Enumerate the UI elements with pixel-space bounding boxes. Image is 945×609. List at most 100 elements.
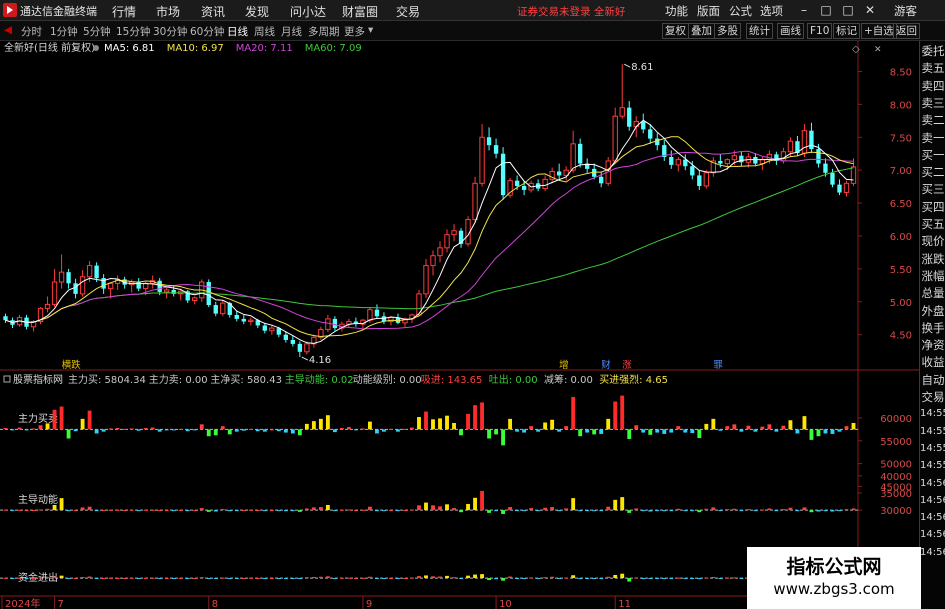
side-panel-item[interactable]: 自动	[920, 372, 945, 388]
multi-stock-button[interactable]: 多股	[714, 23, 741, 39]
menu-function[interactable]: 功能	[665, 3, 688, 19]
mark-button[interactable]: 标记	[833, 23, 860, 39]
side-panel-item[interactable]: 14:55	[920, 424, 945, 440]
indicator-bar	[557, 578, 562, 580]
adjust-button[interactable]: 复权	[662, 23, 689, 39]
side-panel-item[interactable]: 总量	[920, 285, 945, 301]
indicator-bar	[185, 578, 190, 580]
indicator-bar	[269, 510, 274, 512]
menu-trade[interactable]: 交易	[396, 3, 420, 20]
menu-options[interactable]: 选项	[760, 3, 783, 19]
maximize-icon[interactable]: □	[840, 2, 856, 18]
menu-market-quotes[interactable]: 行情	[112, 3, 136, 20]
stock-chart[interactable]: 全新好(日线 前复权) MA5: 6.81 MA10: 6.97 MA20: 7.11…	[0, 41, 945, 609]
more-arrow-icon[interactable]: ▾	[368, 24, 373, 36]
period-daily[interactable]: 日线	[227, 24, 248, 39]
side-panel-item[interactable]: 14:55	[920, 441, 945, 457]
candle-body	[493, 145, 499, 154]
indicator-bar	[129, 577, 134, 579]
period-intraday[interactable]: 分时	[21, 24, 42, 39]
indicator-bar	[353, 429, 358, 431]
side-panel-item[interactable]: 14:56	[920, 545, 945, 561]
menu-discover[interactable]: 发现	[245, 3, 269, 20]
restore-icon[interactable]: □	[818, 2, 834, 18]
indicator-bar	[45, 508, 50, 511]
side-panel-item[interactable]: 卖二	[920, 112, 945, 128]
period-5min[interactable]: 5分钟	[83, 24, 111, 39]
f10-button[interactable]: F10	[807, 23, 833, 39]
menu-layout[interactable]: 版面	[697, 3, 720, 19]
indicator-bar	[578, 578, 583, 580]
menu-formula[interactable]: 公式	[729, 3, 752, 19]
menu-market[interactable]: 市场	[156, 3, 180, 20]
indicator-bar	[199, 508, 204, 511]
side-panel-item[interactable]: 买三	[920, 181, 945, 197]
title-bar: 通达信金融终端 行情 市场 资讯 发现 问小达 财富圈 交易 证券交易未登录 全…	[0, 0, 945, 21]
side-panel-item[interactable]: 卖三	[920, 95, 945, 111]
indicator-bar	[368, 421, 372, 430]
period-multi[interactable]: 多周期	[308, 24, 340, 39]
side-panel-item[interactable]: 14:55	[920, 458, 945, 474]
indicator-bar	[536, 429, 541, 432]
candle-body	[619, 107, 625, 117]
close-icon[interactable]: ✕	[862, 2, 878, 18]
menu-ask-xiaoda[interactable]: 问小达	[290, 3, 326, 20]
side-panel-item[interactable]: 涨幅	[920, 268, 945, 284]
indicator-bar	[353, 578, 358, 580]
side-panel-item[interactable]: 买五	[920, 216, 945, 232]
side-panel-item[interactable]: 14:56	[920, 493, 945, 509]
side-panel-item[interactable]: 卖四	[920, 78, 945, 94]
period-1min[interactable]: 1分钟	[50, 24, 78, 39]
back-arrow-icon[interactable]: ◀	[4, 24, 12, 36]
indicator-bar	[248, 509, 253, 511]
side-panel-item[interactable]: 涨跌	[920, 251, 945, 267]
menu-wealth-circle[interactable]: 财富圈	[342, 3, 378, 20]
candle-body	[107, 282, 114, 290]
trade-login-notice[interactable]: 证券交易未登录 全新好	[517, 4, 625, 19]
indicator-bar	[669, 429, 674, 433]
side-panel-item[interactable]: 外盘	[920, 303, 945, 319]
add-watchlist-button[interactable]: +自选	[861, 23, 897, 39]
side-panel-item[interactable]: 交易	[920, 389, 945, 405]
side-panel-item[interactable]: 净资	[920, 337, 945, 353]
side-panel-item[interactable]: 14:56	[920, 476, 945, 492]
period-monthly[interactable]: 月线	[281, 24, 302, 39]
side-panel-item[interactable]: 买二	[920, 164, 945, 180]
side-panel-item[interactable]: 换手	[920, 320, 945, 336]
return-button[interactable]: 返回	[893, 23, 920, 39]
stock-title: 全新好(日线 前复权)	[4, 41, 95, 54]
period-more[interactable]: 更多	[344, 24, 365, 39]
side-panel-item[interactable]: 收益	[920, 354, 945, 370]
menu-news[interactable]: 资讯	[201, 3, 225, 20]
guest-user[interactable]: 游客	[894, 3, 917, 19]
overlay-button[interactable]: 叠加	[688, 23, 715, 39]
stats-button[interactable]: 统计	[746, 23, 773, 39]
draw-line-button[interactable]: 画线	[777, 23, 804, 39]
period-weekly[interactable]: 周线	[254, 24, 275, 39]
indicator-bar	[571, 575, 576, 579]
period-60min[interactable]: 60分钟	[190, 24, 224, 39]
side-panel-item[interactable]: 买四	[920, 199, 945, 215]
indicator-bar	[522, 510, 527, 512]
indicator-bar	[452, 508, 456, 511]
side-panel-item[interactable]: 现价	[920, 233, 945, 249]
indicator-bar	[368, 576, 372, 579]
side-panel-item[interactable]: 买一	[920, 147, 945, 163]
side-panel-item[interactable]: 14:56	[920, 510, 945, 526]
indicator-bar	[641, 510, 646, 512]
indicator-bar	[599, 578, 604, 580]
minimize-icon[interactable]: –	[796, 2, 812, 18]
indicator-bar	[725, 509, 730, 511]
ma20-line	[5, 150, 854, 330]
indicator-bar	[550, 507, 555, 511]
side-panel-item[interactable]: 14:56	[920, 527, 945, 543]
side-panel-item[interactable]: 卖一	[920, 130, 945, 146]
side-panel-item[interactable]: 14:55	[920, 406, 945, 422]
indicator-bar	[809, 510, 814, 513]
indicator-bar	[227, 510, 232, 512]
period-30min[interactable]: 30分钟	[153, 24, 187, 39]
period-15min[interactable]: 15分钟	[116, 24, 150, 39]
side-panel-item[interactable]: 委托	[920, 43, 945, 59]
side-panel-item[interactable]: 卖五	[920, 60, 945, 76]
indicator-bar	[3, 509, 8, 511]
